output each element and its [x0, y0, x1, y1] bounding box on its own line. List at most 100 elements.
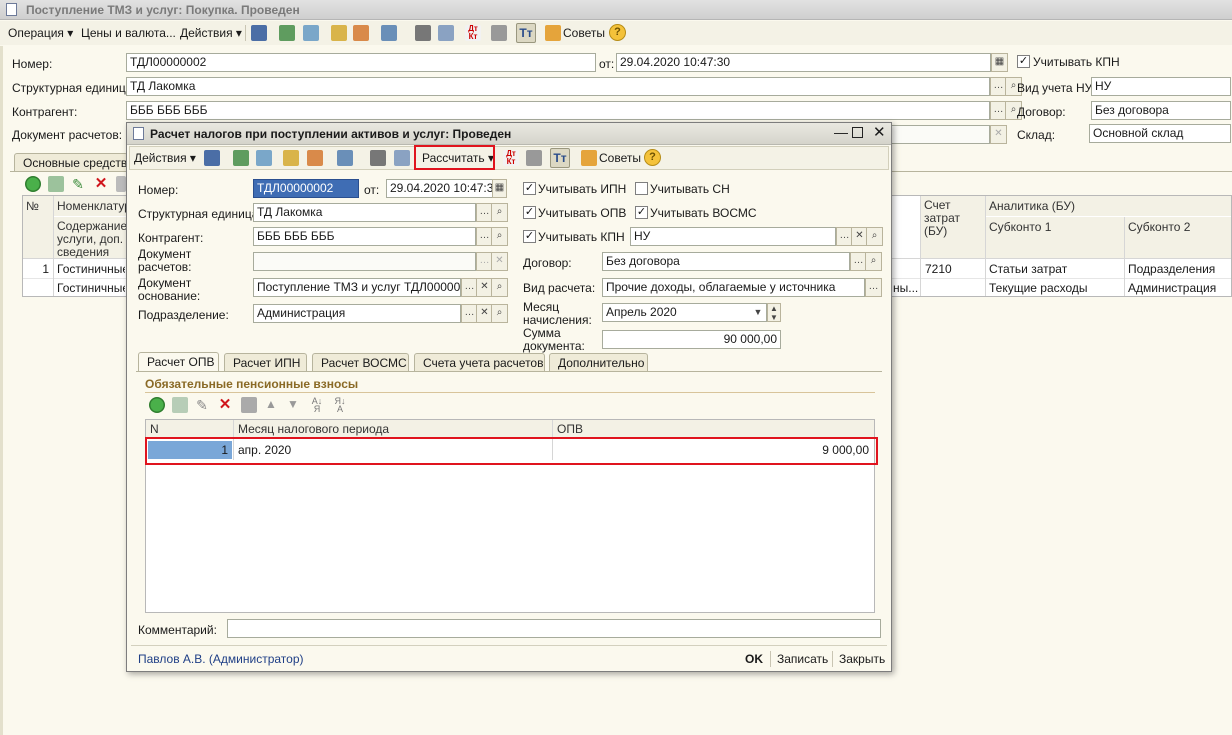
kpn-checkbox[interactable]: ✓ [1017, 55, 1030, 68]
list-icon[interactable] [394, 150, 410, 166]
select-icon[interactable]: … [865, 278, 882, 297]
tab-fixed-assets[interactable]: Основные средства [14, 153, 134, 171]
search-icon[interactable]: ⌕ [491, 278, 508, 297]
dlg-kpn-checkbox[interactable]: ✓ [523, 230, 536, 243]
help-icon[interactable]: ? [609, 24, 626, 41]
sum-field[interactable]: 90 000,00 [602, 330, 781, 349]
move-down-icon[interactable] [283, 150, 299, 166]
advice-button[interactable]: Советы [599, 151, 641, 165]
copy-icon[interactable] [256, 150, 272, 166]
ipn-checkbox[interactable]: ✓ [523, 182, 536, 195]
tab-accounts[interactable]: Счета учета расчетов [414, 353, 545, 371]
text-format-icon[interactable]: Tт [516, 23, 536, 43]
move-down-arrow-icon[interactable]: ▼ [285, 397, 301, 413]
search-icon[interactable]: ⌕ [865, 252, 882, 271]
dlg-contract-field[interactable]: Без договора [602, 252, 850, 271]
operation-menu[interactable]: Операция ▾ [8, 26, 73, 40]
user-link[interactable]: Павлов А.В. (Администратор) [138, 652, 304, 666]
dlg-division-field[interactable]: Администрация [253, 304, 461, 323]
end-edit-icon[interactable] [241, 397, 257, 413]
settlement-field[interactable] [890, 125, 990, 144]
dlg-nu-field[interactable]: НУ [630, 227, 836, 246]
comment-field[interactable] [227, 619, 881, 638]
month-field[interactable]: Апрель 2020 [602, 303, 767, 322]
opv-checkbox[interactable]: ✓ [523, 206, 536, 219]
dlg-contractor-field[interactable]: БББ БББ БББ [253, 227, 476, 246]
delete-icon[interactable]: ✕ [93, 176, 109, 192]
add-icon[interactable] [149, 397, 165, 413]
row2-sub2[interactable]: Администрация [1128, 281, 1230, 295]
move-up-arrow-icon[interactable]: ▲ [263, 397, 279, 413]
struct-field[interactable]: ТД Лакомка [126, 77, 990, 96]
search-icon[interactable]: ⌕ [491, 227, 508, 246]
move-up-icon[interactable] [307, 150, 323, 166]
form-icon[interactable] [116, 176, 126, 192]
delete-icon[interactable]: ✕ [217, 397, 233, 413]
dt-kt-icon[interactable]: Дт Кт [465, 25, 481, 41]
close-icon[interactable]: ✕ [873, 123, 886, 141]
date-field[interactable]: 29.04.2020 10:47:30 [616, 53, 991, 72]
dlg-settlement-field[interactable] [253, 252, 476, 271]
dt-kt-icon[interactable]: Дт Кт [503, 150, 519, 166]
move-up-icon[interactable] [353, 25, 369, 41]
dlg-date-field[interactable]: 29.04.2020 10:47:39 [386, 179, 493, 198]
help-icon[interactable]: ? [644, 149, 661, 166]
chevron-down-icon[interactable]: ▼ [751, 304, 765, 321]
dlg-basis-field[interactable]: Поступление ТМЗ и услуг ТДЛ00000002 [253, 278, 461, 297]
structure-icon[interactable] [370, 150, 386, 166]
save-button[interactable]: Записать [777, 652, 828, 666]
calendar-icon[interactable]: ▦ [492, 179, 507, 198]
sort-asc-icon[interactable]: А↓ Я [309, 397, 325, 414]
sn-checkbox[interactable] [635, 182, 648, 195]
search-icon[interactable]: ⌕ [491, 203, 508, 222]
row1-nomen[interactable]: Гостиничные [57, 262, 125, 276]
sort-desc-icon[interactable]: Я↓ А [332, 397, 348, 414]
nu-field[interactable]: НУ [1091, 77, 1231, 96]
vosms-checkbox[interactable]: ✓ [635, 206, 648, 219]
dlg-struct-field[interactable]: ТД Лакомка [253, 203, 476, 222]
report-icon[interactable] [491, 25, 507, 41]
minimize-icon[interactable]: — [834, 124, 848, 140]
warehouse-field[interactable]: Основной склад [1089, 124, 1231, 143]
report-icon[interactable] [526, 150, 542, 166]
move-down-icon[interactable] [331, 25, 347, 41]
row1-sub1[interactable]: Статьи затрат [989, 262, 1123, 276]
text-format-icon[interactable]: Tт [550, 148, 570, 168]
post-icon[interactable] [251, 25, 267, 41]
maximize-icon[interactable] [852, 127, 863, 138]
clear-icon[interactable]: ✕ [491, 252, 508, 271]
post-icon[interactable] [204, 150, 220, 166]
close-button[interactable]: Закрыть [839, 652, 885, 666]
contractor-field[interactable]: БББ БББ БББ [126, 101, 990, 120]
spin-icon[interactable]: ▲ ▼ [767, 303, 781, 322]
edit-icon[interactable]: ✎ [70, 176, 86, 192]
search-icon[interactable]: ⌕ [491, 304, 508, 323]
tab-additional[interactable]: Дополнительно [549, 353, 648, 371]
refresh-icon[interactable] [279, 25, 295, 41]
row1-sub2[interactable]: Подразделения [1128, 262, 1230, 276]
contract-field[interactable]: Без договора [1091, 101, 1231, 120]
search-icon[interactable]: ⌕ [866, 227, 883, 246]
dlg-number-field[interactable]: ТДЛ00000002 [253, 179, 359, 198]
goto-icon[interactable] [337, 150, 353, 166]
clear-icon[interactable]: ✕ [990, 125, 1007, 144]
copy-row-icon[interactable] [48, 176, 64, 192]
goto-icon[interactable] [381, 25, 397, 41]
calendar-icon[interactable]: ▦ [991, 53, 1008, 72]
copy-row-icon[interactable] [172, 397, 188, 413]
dialog-actions-menu[interactable]: Действия ▾ [134, 151, 196, 165]
ok-button[interactable]: OK [745, 652, 763, 666]
edit-icon[interactable]: ✎ [194, 397, 210, 413]
number-field[interactable]: ТДЛ00000002 [126, 53, 596, 72]
copy-icon[interactable] [303, 25, 319, 41]
tab-ipn[interactable]: Расчет ИПН [224, 353, 307, 371]
prices-button[interactable]: Цены и валюта... [81, 26, 176, 40]
row2-nomen[interactable]: Гостиничные [57, 281, 125, 295]
advice-icon[interactable] [581, 150, 597, 166]
row2-sub1[interactable]: Текущие расходы [989, 281, 1123, 295]
structure-icon[interactable] [415, 25, 431, 41]
add-icon[interactable] [25, 176, 41, 192]
tab-vosms[interactable]: Расчет ВОСМС [312, 353, 409, 371]
refresh-icon[interactable] [233, 150, 249, 166]
calc-type-field[interactable]: Прочие доходы, облагаемые у источника [602, 278, 865, 297]
